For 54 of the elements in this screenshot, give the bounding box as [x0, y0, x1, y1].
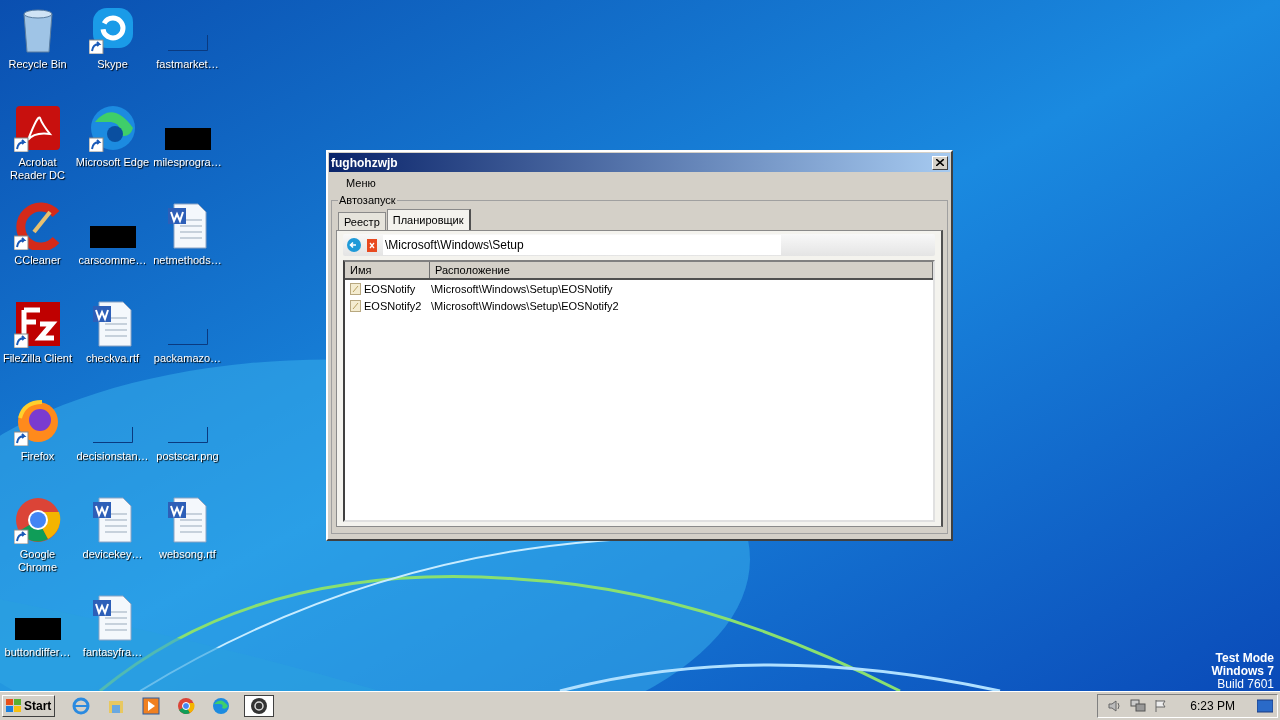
app-icon [250, 697, 269, 715]
icon-label[interactable]: Skype [75, 58, 150, 71]
delete-icon[interactable] [367, 238, 377, 252]
tab[interactable]: Планировщик [386, 209, 471, 230]
icon-label[interactable]: milesprogra… [150, 156, 225, 169]
media-player-icon [142, 697, 161, 715]
icon-label[interactable]: decisionstan… [75, 450, 150, 463]
icon-label[interactable]: Acrobat Reader DC [0, 156, 75, 182]
task-icon [350, 299, 361, 312]
icon-label[interactable]: packamazo… [150, 352, 225, 365]
icon-label[interactable]: websong.rtf [150, 548, 225, 561]
icon-label[interactable]: Microsoft Edge [75, 156, 150, 169]
tab[interactable]: Реестр [338, 212, 386, 230]
network-icon[interactable] [1130, 699, 1147, 713]
taskbar-app[interactable] [244, 695, 275, 717]
task-icon [350, 282, 361, 295]
start-button[interactable]: Start [2, 695, 56, 717]
column-header[interactable]: Расположение [430, 262, 933, 278]
flag-icon[interactable] [1154, 699, 1169, 713]
icon-label[interactable]: fantasyfra… [75, 646, 150, 659]
icon-label[interactable]: CCleaner [0, 254, 75, 267]
ie-icon [72, 697, 91, 715]
close-button[interactable] [932, 155, 948, 170]
menu-item[interactable]: Меню [343, 177, 379, 189]
back-icon[interactable] [347, 238, 361, 252]
icon-label[interactable]: checkva.rtf [75, 352, 150, 365]
task-location: \Microsoft\Windows\Setup\EOSNotify [430, 282, 613, 295]
icon-label[interactable]: buttondiffer… [0, 646, 75, 659]
icon-label[interactable]: postscar.png [150, 450, 225, 463]
window-title: fughohzwjb [331, 155, 398, 170]
show-desktop-icon[interactable] [1257, 699, 1273, 713]
os-notice-text: Build 7601 [1217, 678, 1274, 691]
icon-label[interactable]: fastmarket… [150, 58, 225, 71]
close-icon [936, 159, 944, 166]
os-notice-text: Windows 7 [1211, 665, 1274, 678]
task-location: \Microsoft\Windows\Setup\EOSNotify2 [430, 299, 619, 312]
clock[interactable]: 6:23 PM [1190, 699, 1235, 713]
chrome-icon [177, 697, 196, 715]
task-name: EOSNotify [364, 282, 416, 295]
icon-label[interactable]: devicekey… [75, 548, 150, 561]
icon-label[interactable]: carscomme… [75, 254, 150, 267]
task-name: EOSNotify2 [364, 299, 422, 312]
icon-label[interactable]: Google Chrome [0, 548, 75, 574]
speaker-icon[interactable] [1108, 699, 1123, 713]
icon-label[interactable]: Firefox [0, 450, 75, 463]
path-field[interactable]: \Microsoft\Windows\Setup [383, 235, 781, 255]
group-label: Автозапуск [338, 194, 397, 206]
icon-label[interactable]: FileZilla Client [0, 352, 75, 365]
os-notice-text: Test Mode [1215, 652, 1274, 665]
icon-label[interactable]: netmethods… [150, 254, 225, 267]
column-header[interactable]: Имя [345, 262, 430, 278]
windows-logo-icon [6, 699, 22, 713]
edge-icon [212, 697, 231, 715]
icon-label[interactable]: Recycle Bin [0, 58, 75, 71]
